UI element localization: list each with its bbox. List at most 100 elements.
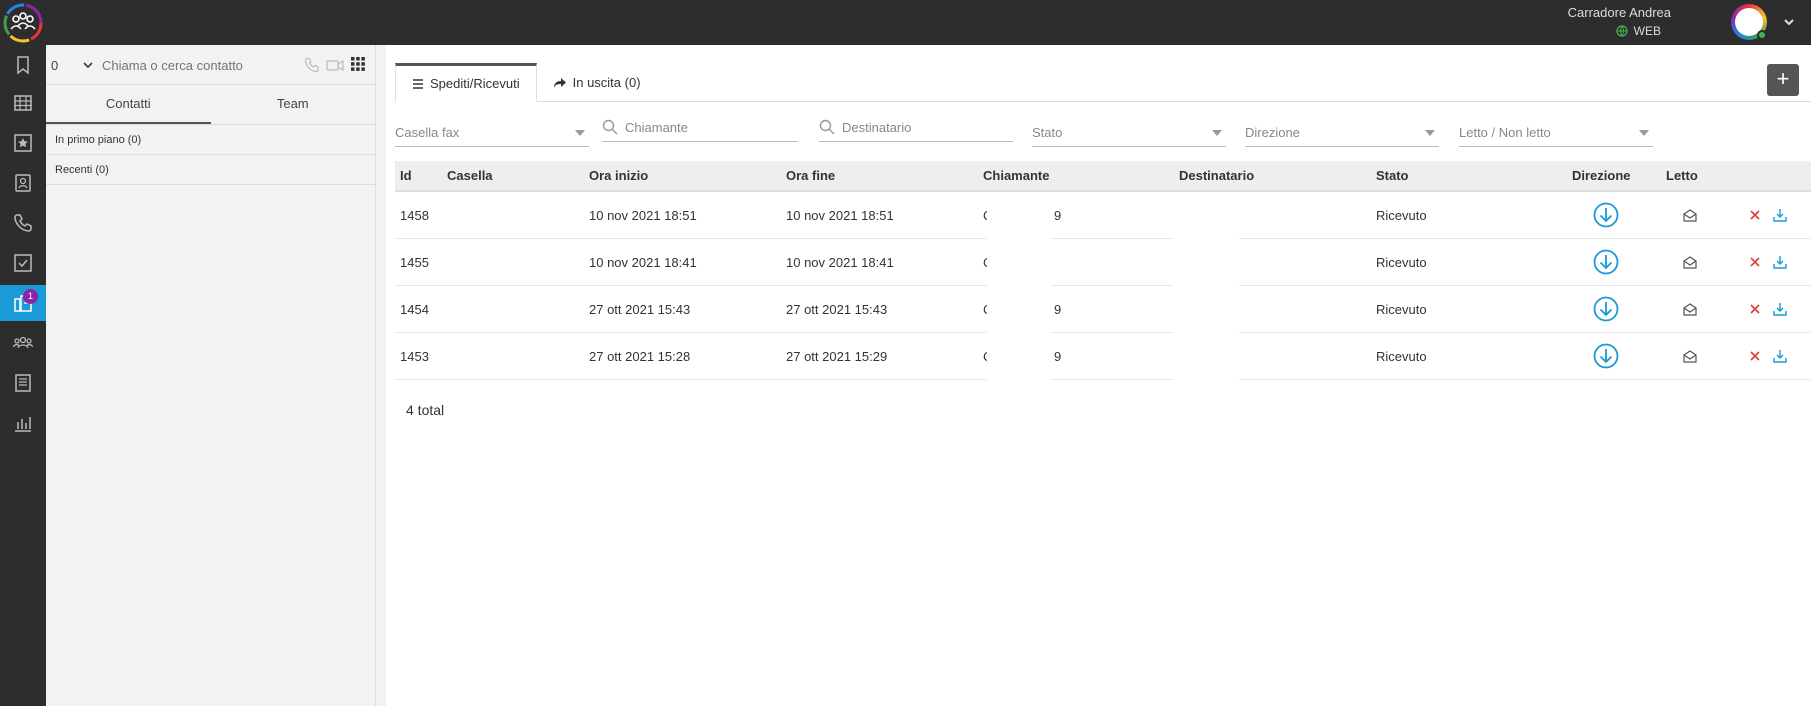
col-recipient[interactable]: Destinatario (1179, 161, 1254, 190)
table-row[interactable]: 1458 10 nov 2021 18:51 10 nov 2021 18:51… (395, 192, 1811, 239)
table-header: Id Casella Ora inizio Ora fine Chiamante… (395, 161, 1811, 192)
row-end: 27 ott 2021 15:29 (786, 348, 888, 364)
row-id: 1454 (400, 301, 429, 317)
col-box[interactable]: Casella (447, 161, 493, 190)
col-id[interactable]: Id (400, 161, 412, 190)
direction-in-icon (1593, 192, 1619, 238)
video-camera-icon[interactable] (326, 57, 344, 73)
col-direction[interactable]: Direzione (1572, 161, 1631, 190)
table-row[interactable]: 1454 27 ott 2021 15:43 27 ott 2021 15:43… (395, 286, 1811, 333)
group-icon (13, 336, 33, 349)
direction-filter-label: Direzione (1245, 124, 1300, 140)
search-input[interactable] (102, 53, 292, 77)
app-logo-icon[interactable] (2, 2, 44, 44)
fax-main: Spediti/Ricevuti In uscita (0) + Casella… (386, 45, 1811, 706)
download-icon[interactable] (1773, 239, 1787, 285)
download-icon[interactable] (1773, 192, 1787, 238)
row-id: 1455 (400, 254, 429, 270)
fax-table: Id Casella Ora inizio Ora fine Chiamante… (395, 161, 1811, 380)
row-status: Ricevuto (1376, 254, 1427, 270)
total-count: 4 total (406, 402, 445, 418)
col-end[interactable]: Ora fine (786, 161, 835, 190)
fax-box-filter[interactable]: Casella fax (395, 118, 589, 147)
fax-badge: 1 (23, 289, 38, 304)
row-end: 10 nov 2021 18:41 (786, 254, 894, 270)
caret-down-icon (1639, 130, 1649, 136)
row-status: Ricevuto (1376, 348, 1427, 364)
chevron-down-icon[interactable] (82, 59, 94, 71)
table-row[interactable]: 1455 10 nov 2021 18:41 10 nov 2021 18:41… (395, 239, 1811, 286)
tab-contacts[interactable]: Contatti (46, 85, 211, 124)
row-start: 27 ott 2021 15:28 (589, 348, 691, 364)
table-row[interactable]: 1453 27 ott 2021 15:28 27 ott 2021 15:29… (395, 333, 1811, 380)
envelope-open-icon[interactable] (1682, 333, 1698, 379)
tab-sent-received[interactable]: Spediti/Ricevuti (395, 63, 537, 102)
phone-icon[interactable] (304, 57, 320, 73)
col-caller[interactable]: Chiamante (983, 161, 1049, 190)
envelope-open-icon[interactable] (1682, 192, 1698, 238)
rail-phonebook[interactable] (0, 365, 46, 401)
contacts-tabs: Contatti Team (46, 85, 375, 125)
redaction-mask (1173, 286, 1239, 333)
user-name: Carradore Andrea (1567, 5, 1671, 20)
rail-bookmark[interactable] (0, 47, 46, 83)
contact-card-icon (15, 174, 31, 192)
envelope-open-icon[interactable] (1682, 239, 1698, 285)
dialpad-icon[interactable] (350, 56, 366, 72)
rail-tasks[interactable] (0, 245, 46, 281)
rail-fax[interactable]: 1 (0, 285, 46, 321)
row-status: Ricevuto (1376, 207, 1427, 223)
row-start: 10 nov 2021 18:41 (589, 254, 697, 270)
favorites-section[interactable]: In primo piano (0) (46, 125, 375, 155)
rail-stats[interactable] (0, 405, 46, 441)
caret-down-icon (575, 130, 585, 136)
tab-team[interactable]: Team (211, 85, 376, 124)
direction-filter[interactable]: Direzione (1245, 118, 1439, 147)
col-status[interactable]: Stato (1376, 161, 1409, 190)
col-read[interactable]: Letto (1666, 161, 1698, 190)
redaction-mask (987, 192, 1051, 239)
rail-favorites[interactable] (0, 125, 46, 161)
delete-icon[interactable] (1749, 286, 1761, 332)
row-caller-b: 9 (1054, 301, 1062, 317)
tab-outgoing[interactable]: In uscita (0) (537, 63, 657, 102)
avatar[interactable] (1731, 4, 1767, 40)
fax-box-filter-label: Casella fax (395, 124, 460, 140)
book-icon (15, 374, 31, 392)
status-filter[interactable]: Stato (1032, 118, 1226, 147)
delete-icon[interactable] (1749, 192, 1761, 238)
add-button[interactable]: + (1767, 64, 1799, 96)
share-arrow-icon (553, 77, 566, 88)
tab-sent-received-label: Spediti/Ricevuti (430, 76, 520, 91)
rail-phone[interactable] (0, 205, 46, 241)
envelope-open-icon[interactable] (1682, 286, 1698, 332)
delete-icon[interactable] (1749, 239, 1761, 285)
delete-icon[interactable] (1749, 333, 1761, 379)
left-rail: 1 (0, 45, 46, 706)
search-icon (819, 119, 835, 135)
read-filter-label: Letto / Non letto (1459, 124, 1551, 140)
rail-contacts[interactable] (0, 165, 46, 201)
star-icon (14, 134, 32, 152)
chevron-down-icon[interactable] (1781, 14, 1797, 30)
rail-groups[interactable] (0, 325, 46, 361)
row-end: 10 nov 2021 18:51 (786, 207, 894, 223)
read-filter[interactable]: Letto / Non letto (1459, 118, 1653, 147)
direction-in-icon (1593, 239, 1619, 285)
row-caller-b: 9 (1054, 348, 1062, 364)
dial-prefix[interactable]: 0 (51, 58, 58, 73)
download-icon[interactable] (1773, 286, 1787, 332)
recent-section[interactable]: Recenti (0) (46, 155, 375, 185)
download-icon[interactable] (1773, 333, 1787, 379)
caller-placeholder: Chiamante (625, 119, 688, 135)
rail-table[interactable] (0, 85, 46, 121)
caret-down-icon (1425, 130, 1435, 136)
bookmark-icon (17, 56, 29, 75)
recipient-search-input[interactable]: Destinatario (819, 113, 1013, 142)
direction-in-icon (1593, 286, 1619, 332)
row-start: 27 ott 2021 15:43 (589, 301, 691, 317)
row-end: 27 ott 2021 15:43 (786, 301, 888, 317)
col-start[interactable]: Ora inizio (589, 161, 648, 190)
user-presence: WEB (1616, 24, 1661, 38)
caller-search-input[interactable]: Chiamante (602, 113, 798, 142)
